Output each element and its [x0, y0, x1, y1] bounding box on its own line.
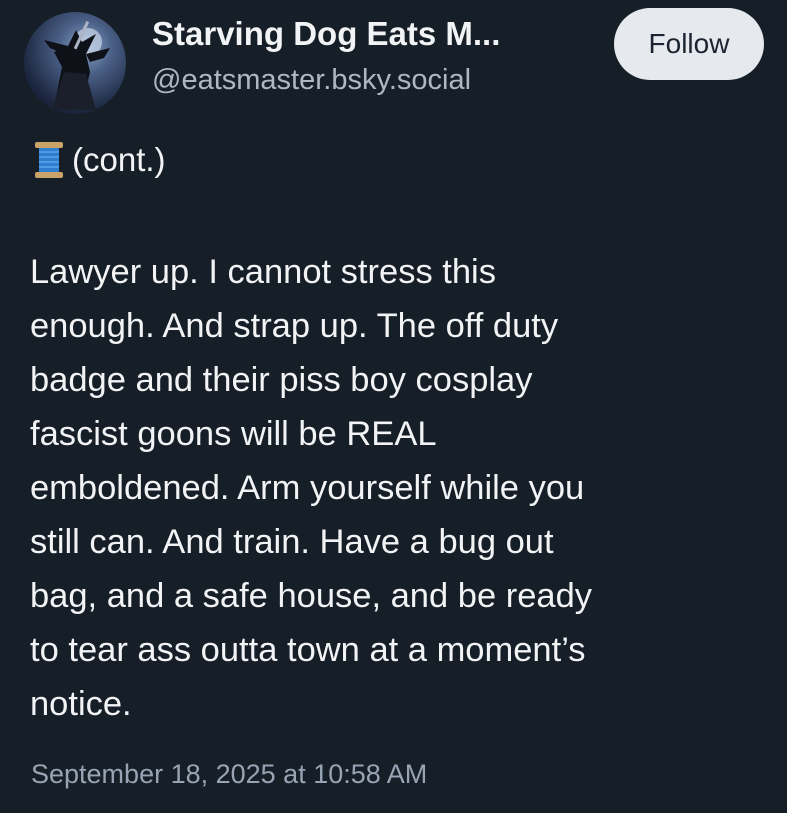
- author-avatar[interactable]: [24, 12, 126, 114]
- author-info: Starving Dog Eats M... @eatsmaster.bsky.…: [152, 14, 500, 100]
- post-body-line: still can. And train. Have a bug out: [30, 523, 554, 561]
- post-body-line: to tear ass outta town at a moment’s: [30, 631, 586, 669]
- avatar-image: [44, 20, 110, 110]
- post-body-line: Lawyer up. I cannot stress this: [30, 253, 496, 291]
- post-body-line: badge and their piss boy cosplay: [30, 361, 533, 399]
- post-body-line: emboldened. Arm yourself while you: [30, 469, 585, 507]
- post-body-line: enough. And strap up. The off duty: [30, 307, 559, 345]
- follow-button[interactable]: Follow: [614, 8, 764, 80]
- spool-of-thread-icon: [32, 140, 66, 180]
- post-card: Starving Dog Eats M... @eatsmaster.bsky.…: [0, 0, 787, 813]
- author-handle[interactable]: @eatsmaster.bsky.social: [152, 60, 500, 100]
- post-body: Lawyer up. I cannot stress this enough. …: [30, 245, 760, 731]
- thread-marker: (cont.): [32, 138, 166, 182]
- post-body-line: fascist goons will be REAL: [30, 415, 437, 453]
- author-display-name[interactable]: Starving Dog Eats M...: [152, 14, 500, 54]
- post-body-line: notice.: [30, 685, 132, 723]
- post-timestamp[interactable]: September 18, 2025 at 10:58 AM: [31, 756, 427, 792]
- post-body-line: bag, and a safe house, and be ready: [30, 577, 593, 615]
- thread-marker-text: (cont.): [72, 141, 166, 178]
